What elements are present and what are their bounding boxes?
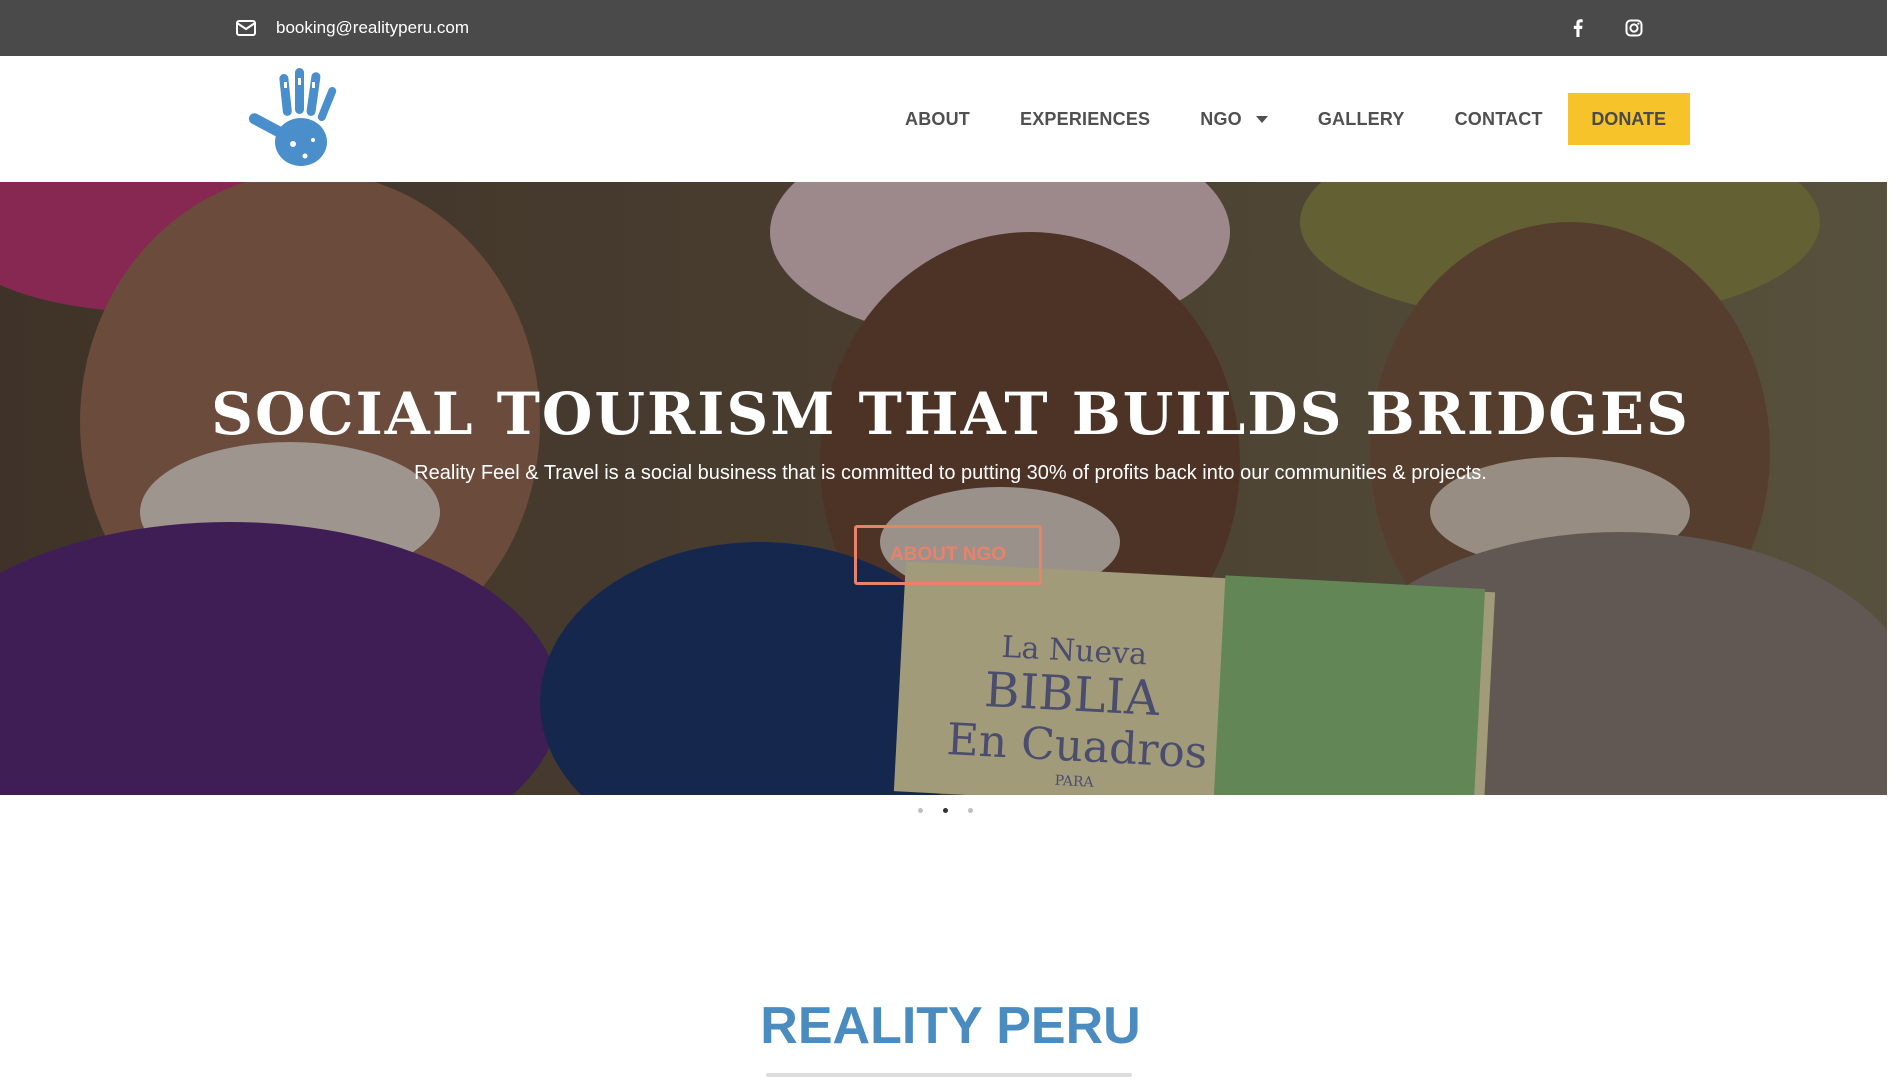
nav-contact[interactable]: CONTACT [1430,109,1568,130]
slider-dot-1[interactable] [918,808,923,813]
hero-title: SOCIAL TOURISM THAT BUILDS BRIDGES [211,380,1690,448]
nav-experiences[interactable]: EXPERIENCES [995,109,1175,130]
email-link[interactable]: booking@realityperu.com [236,16,469,40]
facebook-icon[interactable] [1566,16,1590,40]
nav-gallery[interactable]: GALLERY [1293,109,1430,130]
blue-handprint-logo[interactable] [243,64,359,176]
slider-dot-3[interactable] [968,808,973,813]
section-title: REALITY PERU [760,997,1141,1055]
hero-subtitle: Reality Feel & Travel is a social busine… [414,462,1487,484]
about-ngo-button[interactable]: ABOUT NGO [854,525,1042,585]
instagram-icon[interactable] [1622,16,1646,40]
donate-button[interactable]: DONATE [1567,93,1690,145]
caret-down-icon [1255,115,1268,123]
section-divider [766,1073,1132,1077]
hero-slider: La Nueva BIBLIA En Cuadros PARA SOCIAL T… [0,182,1901,795]
slider-dots [918,808,973,813]
slider-dot-2[interactable] [943,808,948,813]
hero-overlay [0,182,1901,795]
main-nav: ABOUT EXPERIENCES NGO GALLERY CONTACT DO… [880,93,1690,145]
envelope-icon [236,20,256,36]
nav-about[interactable]: ABOUT [880,109,995,130]
site-header: ABOUT EXPERIENCES NGO GALLERY CONTACT DO… [0,56,1901,182]
email-text: booking@realityperu.com [276,18,470,37]
page-edge [1887,0,1901,1080]
nav-ngo[interactable]: NGO [1175,109,1293,130]
top-bar: booking@realityperu.com [0,0,1901,56]
